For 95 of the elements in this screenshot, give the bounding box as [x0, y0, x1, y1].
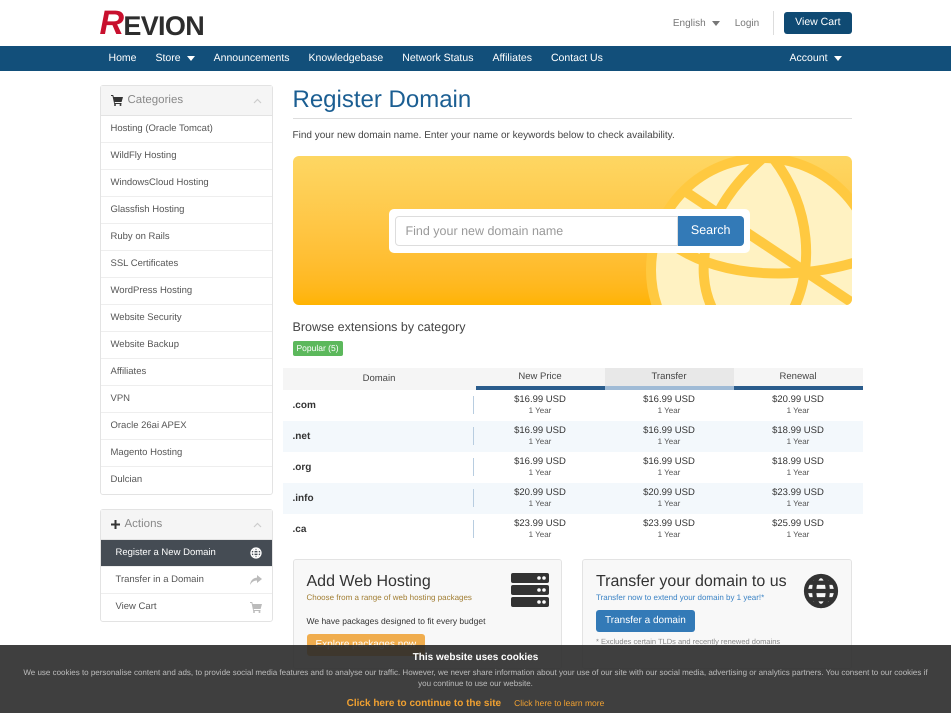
column-header: Domain — [282, 368, 476, 390]
collapse-icon[interactable] — [252, 522, 262, 528]
nav-link[interactable]: Contact Us — [541, 50, 612, 66]
price: $20.99 USD — [643, 487, 695, 500]
logo[interactable]: REVION — [100, 6, 204, 40]
term: 1 Year — [658, 499, 680, 510]
sidebar-item[interactable]: Dulcian — [100, 467, 272, 494]
domain-extension: .org — [292, 460, 312, 475]
sidebar-item[interactable]: Website Backup — [100, 332, 272, 359]
term: 1 Year — [786, 499, 810, 510]
promo-subtitle: Choose from a range of web hosting packages — [306, 592, 473, 604]
term: 1 Year — [528, 437, 552, 448]
server-icon — [511, 572, 549, 607]
term: 1 Year — [786, 406, 810, 416]
price: $18.99 USD — [772, 456, 824, 468]
sidebar-item[interactable]: View Cart — [100, 594, 272, 621]
nav-link[interactable]: Announcements — [204, 50, 300, 66]
panel-title: Actions — [124, 516, 162, 532]
sidebar-item[interactable]: Magento Hosting — [100, 440, 272, 467]
price: $16.99 USD — [514, 456, 566, 468]
caret-icon — [712, 20, 720, 26]
nav-link[interactable]: Affiliates — [482, 50, 542, 66]
view-cart-button[interactable]: View Cart — [784, 12, 852, 34]
sidebar-item[interactable]: WindowsCloud Hosting — [100, 170, 272, 197]
domain-extension: .ca — [292, 522, 306, 537]
globe-icon — [802, 572, 838, 609]
globe-icon — [250, 547, 262, 559]
price: $16.99 USD — [643, 456, 695, 468]
column-header: New Price — [476, 368, 604, 390]
sidebar-item[interactable]: Affiliates — [100, 359, 272, 386]
promo-title: Add Web Hosting — [306, 572, 431, 592]
price: $18.99 USD — [772, 425, 824, 438]
nav-link[interactable]: Network Status — [392, 50, 483, 66]
term: 1 Year — [528, 406, 552, 416]
collapse-icon[interactable] — [252, 98, 262, 104]
price: $20.99 USD — [514, 487, 566, 500]
promo-button[interactable]: Transfer a domain — [596, 610, 695, 632]
sidebar-item[interactable]: WordPress Hosting — [100, 278, 272, 305]
sidebar-item[interactable]: VPN — [100, 386, 272, 413]
price: $16.99 USD — [643, 425, 695, 438]
sidebar-item[interactable]: Transfer in a Domain — [100, 567, 272, 594]
sidebar-item[interactable]: Hosting (Oracle Tomcat) — [100, 116, 272, 143]
term: 1 Year — [528, 499, 552, 510]
term: 1 Year — [658, 468, 680, 478]
column-header: Transfer — [604, 368, 734, 390]
domain-extension: .com — [292, 398, 316, 413]
account-menu[interactable]: Account — [790, 50, 852, 66]
sidebar-item[interactable]: Ruby on Rails — [100, 224, 272, 251]
promo-subtitle: Transfer now to extend your domain by 1 year!* — [596, 592, 766, 604]
panel-title: Categories — [128, 92, 184, 108]
language-dropdown[interactable]: English — [672, 16, 720, 30]
sidebar-item[interactable]: Glassfish Hosting — [100, 197, 272, 224]
share-icon — [250, 575, 262, 585]
cart-icon — [250, 602, 262, 613]
promo-text: We have packages designed to fit every budget — [306, 614, 486, 628]
page-title: Register Domain — [292, 85, 852, 119]
caret-icon — [834, 56, 842, 61]
term: 1 Year — [658, 437, 680, 448]
promo-title: Transfer your domain to us — [596, 572, 787, 592]
term: 1 Year — [786, 437, 810, 448]
intro-text: Find your new domain name. Enter your name or keywords below to check availability. — [292, 129, 676, 143]
price: $16.99 USD — [514, 394, 566, 406]
sidebar-item[interactable]: SSL Certificates — [100, 251, 272, 278]
learn-more-link[interactable]: Click here to learn more — [514, 697, 604, 710]
term: 1 Year — [528, 530, 552, 540]
term: 1 Year — [786, 468, 810, 478]
price: $25.99 USD — [772, 518, 824, 530]
term: 1 Year — [528, 468, 552, 478]
price: $23.99 USD — [772, 487, 824, 500]
login-link[interactable]: Login — [734, 16, 760, 30]
domain-search-field[interactable]: Find your new domain name — [394, 216, 678, 246]
price: $23.99 USD — [643, 518, 695, 530]
nav-link[interactable]: Store — [146, 50, 204, 66]
nav-link[interactable]: Knowledgebase — [299, 50, 393, 66]
column-header: Renewal — [734, 368, 862, 390]
cookie-text: We use cookies to personalise content and ads, to provide social media features and to analyse our traffic. However, we never share information about your use of our site with our social media, advertising or analytics partners. You consent to our cookies if you continue to use our website. — [22, 667, 929, 689]
sidebar-item[interactable]: Oracle 26ai APEX — [100, 413, 272, 440]
continue-link[interactable]: Click here to continue to the site — [346, 696, 502, 711]
cart-icon — [110, 95, 122, 106]
term: 1 Year — [786, 530, 810, 540]
browse-heading: Browse extensions by category — [292, 319, 467, 336]
domain-extension: .info — [292, 492, 314, 506]
price: $20.99 USD — [772, 394, 824, 406]
search-button[interactable]: Search — [678, 216, 744, 246]
nav-link[interactable]: Home — [100, 50, 146, 66]
term: 1 Year — [658, 530, 680, 540]
sidebar-item[interactable]: Register a New Domain — [100, 540, 272, 567]
price: $23.99 USD — [514, 518, 566, 530]
term: 1 Year — [658, 406, 680, 416]
sidebar-item[interactable]: WildFly Hosting — [100, 143, 272, 170]
price: $16.99 USD — [643, 394, 695, 406]
domain-extension: .net — [292, 430, 310, 444]
price: $16.99 USD — [514, 425, 566, 438]
plus-icon — [110, 520, 120, 529]
sidebar-item[interactable]: Website Security — [100, 305, 272, 332]
